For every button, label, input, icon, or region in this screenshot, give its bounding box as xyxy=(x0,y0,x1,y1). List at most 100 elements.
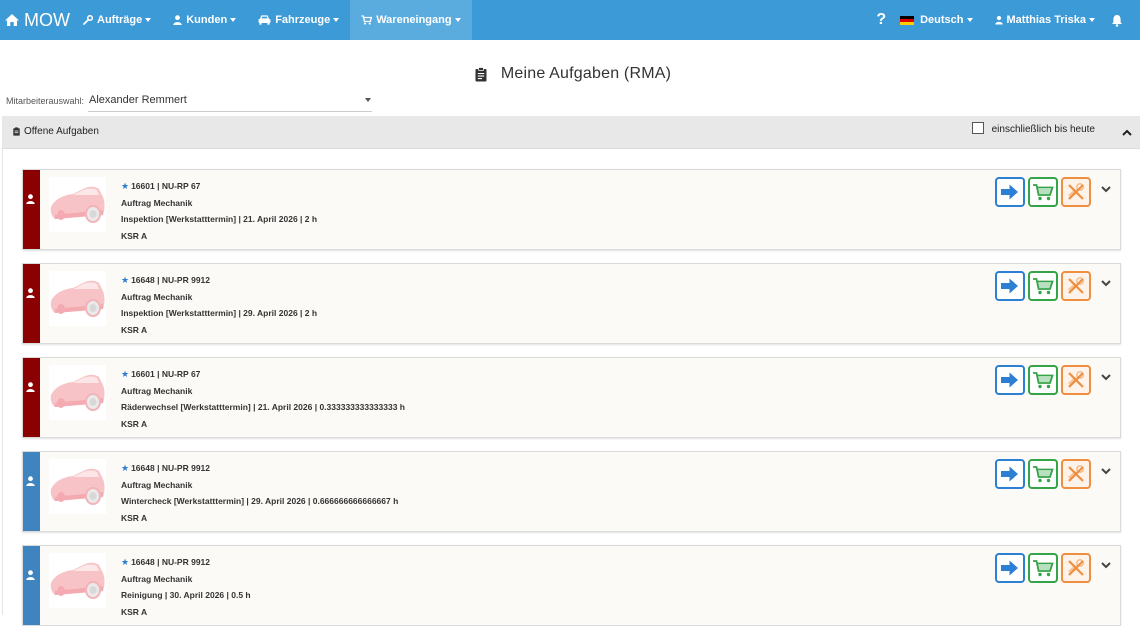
open-tasks-panel-header: Offene Aufgaben einschließlich bis heute xyxy=(2,116,1140,149)
cancel-tools-icon xyxy=(1068,371,1084,388)
arrow-right-icon xyxy=(1001,184,1018,200)
task-info: ★ 16648 | NU-PR 9912 Auftrag Mechanik Win… xyxy=(121,460,398,526)
caret-down-icon xyxy=(333,18,340,22)
task-id-row[interactable]: ★ 16648 | NU-PR 9912 xyxy=(121,272,317,289)
task-location: KSR A xyxy=(121,512,148,523)
open-task-button[interactable] xyxy=(995,459,1025,489)
car-image xyxy=(50,280,105,317)
nav-wareneingang-label: Wareneingang xyxy=(376,14,452,26)
task-card[interactable]: ★ 16601 | NU-RP 67 Auftrag Mechanik Inspe… xyxy=(22,169,1121,250)
arrow-right-icon xyxy=(1001,278,1018,294)
task-card[interactable]: ★ 16648 | NU-PR 9912 Auftrag Mechanik Rei… xyxy=(22,545,1121,626)
include-until-today-label: einschließlich bis heute xyxy=(991,124,1095,135)
task-info: ★ 16601 | NU-RP 67 Auftrag Mechanik Inspe… xyxy=(121,178,317,244)
chevron-down-icon[interactable] xyxy=(1101,374,1111,381)
chevron-down-icon[interactable] xyxy=(1101,186,1111,193)
open-task-button[interactable] xyxy=(995,365,1025,395)
task-id-plate: 16648 | NU-PR 9912 xyxy=(131,463,211,473)
user-menu[interactable]: Matthias Triska xyxy=(994,14,1095,26)
task-detail: Räderwechsel [Werkstatttermin] | 21. Apr… xyxy=(121,402,405,412)
employee-select[interactable]: Alexander Remmert xyxy=(88,91,372,112)
order-parts-button[interactable] xyxy=(1028,177,1058,207)
include-until-today-toggle[interactable]: einschließlich bis heute xyxy=(971,121,1095,135)
task-card[interactable]: ★ 16648 | NU-PR 9912 Auftrag Mechanik Ins… xyxy=(22,263,1121,344)
cart-icon xyxy=(361,15,373,25)
task-id-row[interactable]: ★ 16601 | NU-RP 67 xyxy=(121,178,317,195)
cancel-task-button[interactable] xyxy=(1061,553,1091,583)
caret-down-icon xyxy=(1089,18,1095,22)
clipboard-icon xyxy=(475,66,487,81)
panel-title: Offene Aufgaben xyxy=(13,126,99,137)
cart-icon xyxy=(1033,184,1054,201)
task-card[interactable]: ★ 16601 | NU-RP 67 Auftrag Mechanik Räder… xyxy=(22,357,1121,438)
language-dropdown[interactable]: Deutsch xyxy=(900,14,973,26)
chevron-down-icon[interactable] xyxy=(1101,562,1111,569)
task-id-row[interactable]: ★ 16648 | NU-PR 9912 xyxy=(121,554,251,571)
open-task-button[interactable] xyxy=(995,553,1025,583)
cancel-tools-icon xyxy=(1068,559,1084,576)
open-task-button[interactable] xyxy=(995,177,1025,207)
cart-icon xyxy=(1033,278,1054,295)
order-parts-button[interactable] xyxy=(1028,553,1058,583)
cancel-task-button[interactable] xyxy=(1061,177,1091,207)
vehicle-thumbnail xyxy=(49,365,106,420)
order-parts-button[interactable] xyxy=(1028,365,1058,395)
cancel-tools-icon xyxy=(1068,183,1084,200)
chevron-up-icon[interactable] xyxy=(1122,129,1132,136)
star-icon: ★ xyxy=(121,463,130,473)
order-parts-button[interactable] xyxy=(1028,459,1058,489)
dropdown-arrow-icon xyxy=(365,98,371,102)
task-info: ★ 16648 | NU-PR 9912 Auftrag Mechanik Ins… xyxy=(121,272,317,338)
task-id-row[interactable]: ★ 16601 | NU-RP 67 xyxy=(121,366,405,383)
car-image xyxy=(50,562,105,599)
bell-icon[interactable] xyxy=(1111,14,1123,27)
cancel-task-button[interactable] xyxy=(1061,365,1091,395)
task-info: ★ 16648 | NU-PR 9912 Auftrag Mechanik Rei… xyxy=(121,554,251,620)
task-actions xyxy=(995,177,1094,207)
include-until-today-checkbox[interactable] xyxy=(971,121,984,134)
cart-icon xyxy=(1033,466,1054,483)
task-status-stripe xyxy=(23,452,40,531)
vehicle-thumbnail xyxy=(49,271,106,326)
nav-auftraege[interactable]: Aufträge xyxy=(72,0,162,40)
nav-wareneingang[interactable]: Wareneingang xyxy=(350,0,472,40)
order-parts-button[interactable] xyxy=(1028,271,1058,301)
task-type: Auftrag Mechanik xyxy=(121,197,193,208)
user-icon xyxy=(173,15,182,25)
task-location: KSR A xyxy=(121,230,148,241)
user-name: Matthias Triska xyxy=(1006,14,1086,26)
wrench-icon xyxy=(83,15,93,25)
open-task-button[interactable] xyxy=(995,271,1025,301)
car-image xyxy=(50,468,105,505)
brand-link[interactable]: MOW xyxy=(0,10,72,31)
nav-kunden[interactable]: Kunden xyxy=(162,0,247,40)
star-icon: ★ xyxy=(121,275,130,285)
panel-title-label: Offene Aufgaben xyxy=(24,126,99,137)
task-actions xyxy=(995,365,1094,395)
arrow-right-icon xyxy=(1001,372,1018,388)
vehicle-thumbnail xyxy=(49,553,106,608)
nav-fahrzeuge[interactable]: Fahrzeuge xyxy=(247,0,350,40)
task-detail: Reinigung | 30. April 2026 | 0.5 h xyxy=(121,590,251,600)
cancel-task-button[interactable] xyxy=(1061,271,1091,301)
task-id-row[interactable]: ★ 16648 | NU-PR 9912 xyxy=(121,460,398,477)
task-detail: Inspektion [Werkstatttermin] | 29. April… xyxy=(121,308,318,318)
cancel-task-button[interactable] xyxy=(1061,459,1091,489)
task-location: KSR A xyxy=(121,324,148,335)
task-location: KSR A xyxy=(121,418,148,429)
help-button[interactable]: ? xyxy=(876,11,886,29)
chevron-down-icon[interactable] xyxy=(1101,468,1111,475)
caret-down-icon xyxy=(145,18,152,22)
task-actions xyxy=(995,553,1094,583)
task-info: ★ 16601 | NU-RP 67 Auftrag Mechanik Räder… xyxy=(121,366,405,432)
chevron-down-icon[interactable] xyxy=(1101,280,1111,287)
arrow-right-icon xyxy=(1001,560,1018,576)
task-type: Auftrag Mechanik xyxy=(121,385,193,396)
task-status-stripe xyxy=(23,170,40,249)
page-title: Meine Aufgaben (RMA) xyxy=(500,65,672,82)
car-image xyxy=(50,374,105,411)
nav-fahrzeuge-label: Fahrzeuge xyxy=(275,14,331,26)
task-id-plate: 16648 | NU-PR 9912 xyxy=(131,275,211,285)
task-card[interactable]: ★ 16648 | NU-PR 9912 Auftrag Mechanik Win… xyxy=(22,451,1121,532)
nav-auftraege-label: Aufträge xyxy=(97,14,143,26)
